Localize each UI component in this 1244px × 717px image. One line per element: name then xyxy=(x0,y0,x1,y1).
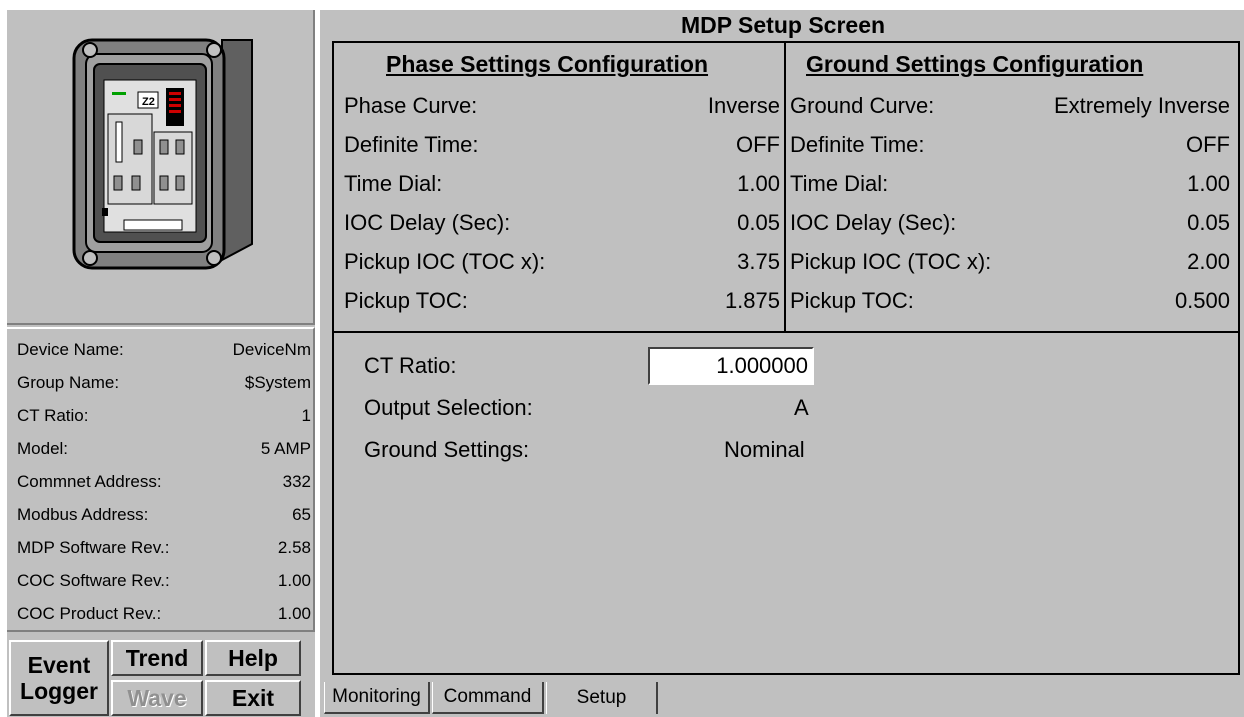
phase-setting-row: Definite Time: OFF xyxy=(344,126,780,164)
device-info-value: 5 AMP xyxy=(260,439,311,458)
device-info-label: Modbus Address: xyxy=(17,505,149,524)
ground-setting-value: OFF xyxy=(1186,132,1230,157)
phase-setting-row: Pickup IOC (TOC x): 3.75 xyxy=(344,243,780,281)
wave-button[interactable]: Wave xyxy=(111,680,203,716)
ground-setting-row: Pickup TOC: 0.500 xyxy=(790,282,1230,320)
device-info-row: Group Name: $System xyxy=(17,368,311,398)
ground-settings-title: Ground Settings Configuration xyxy=(806,51,1144,77)
tab-monitoring[interactable]: Monitoring xyxy=(324,682,430,714)
phase-setting-value: 0.05 xyxy=(737,210,780,235)
page-title: MDP Setup Screen xyxy=(680,12,886,38)
phase-setting-label: IOC Delay (Sec): xyxy=(344,210,511,235)
ground-setting-row: Pickup IOC (TOC x): 2.00 xyxy=(790,243,1230,281)
ct-ratio-input[interactable] xyxy=(648,347,814,385)
device-info-label: COC Software Rev.: xyxy=(17,571,170,590)
device-info-row: Modbus Address: 65 xyxy=(17,500,311,530)
device-display-text: Z2 xyxy=(142,96,155,108)
ground-setting-value: Extremely Inverse xyxy=(1053,93,1230,118)
ground-setting-row: Definite Time: OFF xyxy=(790,126,1230,164)
device-info-label: MDP Software Rev.: xyxy=(17,538,170,557)
ground-setting-label: Time Dial: xyxy=(790,171,889,196)
ground-settings-label: Ground Settings: xyxy=(364,437,530,462)
exit-button[interactable]: Exit xyxy=(205,680,301,716)
ground-setting-value: 2.00 xyxy=(1187,249,1230,274)
ct-ratio-label: CT Ratio: xyxy=(364,353,457,378)
device-info-row: CT Ratio: 1 xyxy=(17,401,311,431)
device-info-label: Device Name: xyxy=(17,340,124,359)
device-info-value: DeviceNm xyxy=(232,340,311,359)
output-selection-label: Output Selection: xyxy=(364,395,533,420)
device-info-value: $System xyxy=(244,373,311,392)
tab-bar: Monitoring Command Setup xyxy=(320,682,1244,717)
tab-setup[interactable]: Setup xyxy=(546,682,658,714)
ground-setting-row: Time Dial: 1.00 xyxy=(790,165,1230,203)
ground-setting-label: Definite Time: xyxy=(790,132,925,157)
device-info-row: Device Name: DeviceNm xyxy=(17,335,311,365)
device-info-value: 1.00 xyxy=(277,571,311,590)
phase-setting-value: Inverse xyxy=(707,93,780,118)
device-info-value: 332 xyxy=(282,472,311,491)
device-info-value: 1 xyxy=(301,406,311,425)
device-info-row: Commnet Address: 332 xyxy=(17,467,311,497)
event-logger-button[interactable]: Event Logger xyxy=(9,640,109,716)
phase-setting-label: Pickup IOC (TOC x): xyxy=(344,249,546,274)
horizontal-divider xyxy=(334,331,1238,333)
vertical-divider xyxy=(784,43,786,331)
device-info-value: 2.58 xyxy=(277,538,311,557)
device-image-panel: Z2 xyxy=(7,10,315,325)
device-info-label: COC Product Rev.: xyxy=(17,604,162,623)
device-info-row: MDP Software Rev.: 2.58 xyxy=(17,533,311,563)
phase-setting-row: IOC Delay (Sec): 0.05 xyxy=(344,204,780,242)
phase-setting-label: Time Dial: xyxy=(344,171,443,196)
help-button[interactable]: Help xyxy=(205,640,301,676)
device-info-row: COC Software Rev.: 1.00 xyxy=(17,566,311,596)
ground-setting-row: IOC Delay (Sec): 0.05 xyxy=(790,204,1230,242)
device-info-label: CT Ratio: xyxy=(17,406,89,425)
phase-setting-value: OFF xyxy=(736,132,780,157)
device-info-value: 1.00 xyxy=(277,604,311,623)
device-info-panel: Device Name: DeviceNm Group Name: $System CT… xyxy=(7,327,315,632)
ground-setting-label: IOC Delay (Sec): xyxy=(790,210,957,235)
event-logger-line1: Event xyxy=(27,652,91,678)
ground-setting-value: 0.05 xyxy=(1187,210,1230,235)
phase-setting-value: 3.75 xyxy=(737,249,780,274)
device-info-row: COC Product Rev.: 1.00 xyxy=(17,599,311,629)
device-info-row: Model: 5 AMP xyxy=(17,434,311,464)
ground-setting-value: 1.00 xyxy=(1187,171,1230,196)
phase-setting-value: 1.875 xyxy=(724,288,780,313)
phase-setting-row: Phase Curve: Inverse xyxy=(344,87,780,125)
app-window: Z2 Device Name: DeviceNm Group Name: $Sy… xyxy=(0,0,1244,717)
device-info-label: Group Name: xyxy=(17,373,120,392)
ground-setting-row: Ground Curve: Extremely Inverse xyxy=(790,87,1230,125)
phase-setting-label: Definite Time: xyxy=(344,132,479,157)
phase-setting-row: Pickup TOC: 1.875 xyxy=(344,282,780,320)
mdp-device-icon: Z2 xyxy=(72,38,253,270)
device-info-label: Commnet Address: xyxy=(17,472,162,491)
left-panel: Z2 Device Name: DeviceNm Group Name: $Sy… xyxy=(5,8,315,717)
phase-settings-title: Phase Settings Configuration xyxy=(386,51,709,77)
phase-setting-value: 1.00 xyxy=(737,171,780,196)
phase-setting-row: Time Dial: 1.00 xyxy=(344,165,780,203)
device-info-label: Model: xyxy=(17,439,69,458)
event-logger-line2: Logger xyxy=(20,678,98,704)
ground-setting-value: 0.500 xyxy=(1174,288,1230,313)
phase-setting-label: Phase Curve: xyxy=(344,93,478,118)
ground-setting-label: Pickup IOC (TOC x): xyxy=(790,249,992,274)
tab-command[interactable]: Command xyxy=(432,682,544,714)
button-bar: Event Logger Trend Help Wave Exit xyxy=(7,634,315,717)
trend-button[interactable]: Trend xyxy=(111,640,203,676)
ground-setting-label: Ground Curve: xyxy=(790,93,935,118)
main-panel: MDP Setup Screen Phase Settings Configur… xyxy=(318,8,1244,717)
device-info-value: 65 xyxy=(292,505,311,524)
output-selection-value: A xyxy=(794,395,809,420)
ground-settings-value: Nominal xyxy=(724,437,805,462)
ground-setting-label: Pickup TOC: xyxy=(790,288,914,313)
phase-setting-label: Pickup TOC: xyxy=(344,288,468,313)
settings-frame: Phase Settings Configuration Ground Sett… xyxy=(332,41,1240,675)
